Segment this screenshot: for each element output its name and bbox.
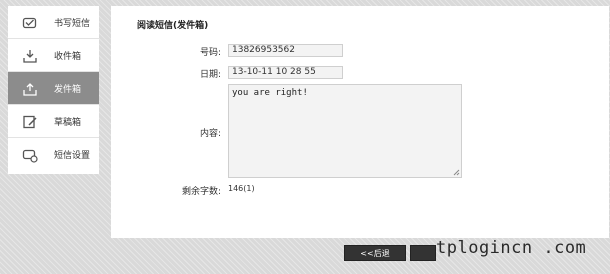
content-label: 内容: xyxy=(199,129,221,139)
sidebar-item-label: 短信设置 xyxy=(54,151,91,161)
sidebar-item-outbox[interactable]: 发件箱 xyxy=(8,72,99,105)
sidebar-item-label: 发件箱 xyxy=(54,85,82,95)
back-button[interactable]: <<后退 xyxy=(344,245,406,261)
sms-settings-icon xyxy=(22,147,38,163)
message-panel: 阅读短信(发件箱) 号码: 13826953562 日期: 13-10-11 1… xyxy=(111,6,609,238)
sidebar: 书写短信 收件箱 发件箱 草稿箱 短信设置 xyxy=(8,6,99,174)
next-button[interactable] xyxy=(410,245,436,261)
drafts-icon xyxy=(22,114,38,130)
page-title: 阅读短信(发件箱) xyxy=(137,21,209,31)
sidebar-item-label: 收件箱 xyxy=(54,52,82,62)
date-field: 13-10-11 10 28 55 xyxy=(228,66,343,79)
number-field: 13826953562 xyxy=(228,44,343,57)
date-label: 日期: xyxy=(199,70,221,80)
outbox-icon xyxy=(22,81,38,97)
sidebar-item-write-message[interactable]: 书写短信 xyxy=(8,6,99,39)
sidebar-item-label: 草稿箱 xyxy=(54,118,82,128)
watermark: tplogincn .com xyxy=(436,238,587,258)
sidebar-item-sms-settings[interactable]: 短信设置 xyxy=(8,138,99,171)
inbox-icon xyxy=(22,48,38,64)
remaining-label: 剩余字数: xyxy=(181,187,221,197)
sidebar-item-inbox[interactable]: 收件箱 xyxy=(8,39,99,72)
number-label: 号码: xyxy=(199,48,221,58)
content-text: you are right! xyxy=(232,88,308,98)
sidebar-item-label: 书写短信 xyxy=(54,19,91,29)
content-textarea[interactable]: you are right! xyxy=(228,84,462,178)
write-message-icon xyxy=(22,15,38,31)
sidebar-item-drafts[interactable]: 草稿箱 xyxy=(8,105,99,138)
remaining-count: 146(1) xyxy=(228,184,255,193)
resize-grip-icon[interactable] xyxy=(452,168,460,176)
